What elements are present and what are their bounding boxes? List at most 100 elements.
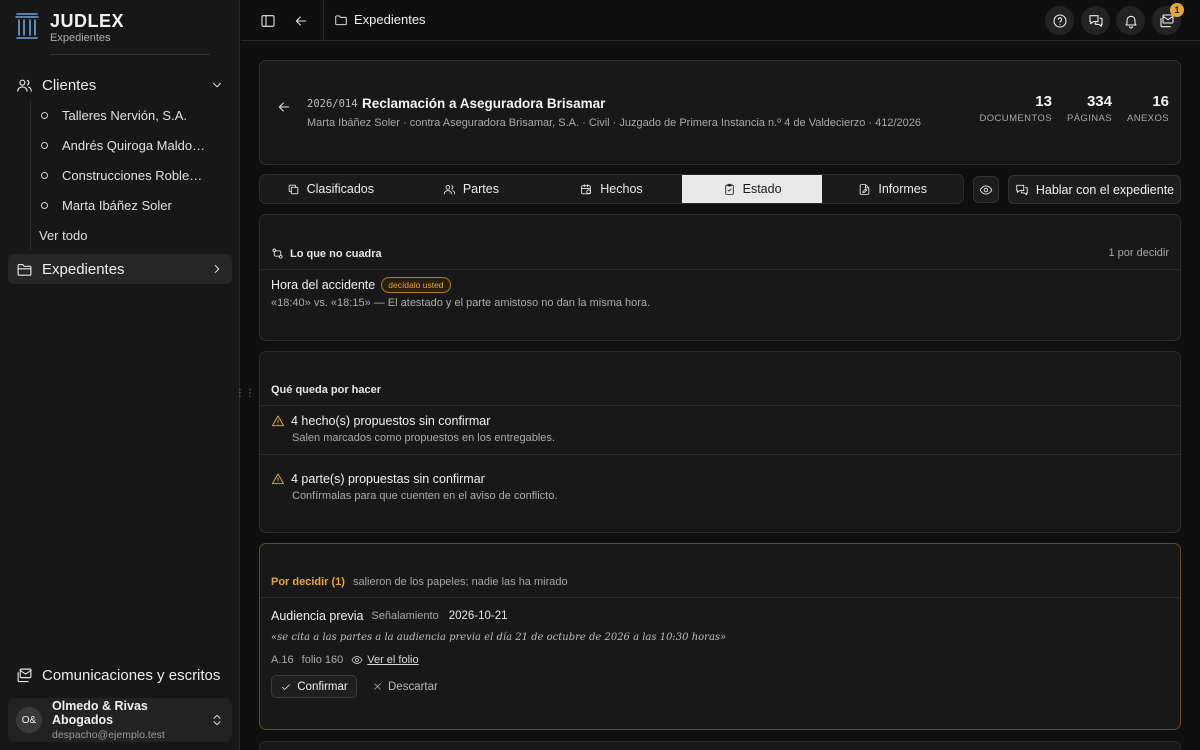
- tab-partes[interactable]: Partes: [401, 175, 542, 203]
- see-all-link[interactable]: Ver todo: [31, 220, 230, 250]
- todo-item[interactable]: 4 parte(s) propuestas sin confirmar: [271, 472, 485, 486]
- clients-list: Talleres Nervión, S.A. Andrés Quiroga Ma…: [30, 100, 230, 250]
- preview-button[interactable]: [973, 176, 999, 203]
- client-item[interactable]: Andrés Quiroga Maldonado: [31, 130, 230, 160]
- folder-icon: [16, 261, 33, 278]
- decision-item: Audiencia previa Señalamiento 2026-10-21: [271, 609, 508, 623]
- section-header: Qué queda por hacer: [271, 384, 381, 396]
- client-item[interactable]: Construcciones Robledal, S.L.: [31, 160, 230, 190]
- toggle-sidebar-button[interactable]: [255, 8, 281, 34]
- divider: [260, 454, 1180, 455]
- sidebar-item-clientes[interactable]: Clientes: [8, 70, 232, 100]
- todo-item[interactable]: 4 hecho(s) propuestos sin confirmar: [271, 414, 490, 428]
- sidebar-item-label: Expedientes: [42, 260, 125, 278]
- divider: [260, 405, 1180, 406]
- tab-label: Estado: [742, 182, 782, 196]
- tab-label: Partes: [462, 182, 499, 196]
- brand[interactable]: JUDLEX Expedientes: [14, 11, 124, 44]
- tab-label: Informes: [878, 182, 927, 196]
- sidebar-item-comunicaciones[interactable]: Comunicaciones y escritos: [8, 660, 232, 690]
- column-logo-icon: [14, 11, 40, 41]
- section-header: Por decidir (1) salieron de los papeles;…: [271, 576, 568, 588]
- notifications-button[interactable]: [1116, 6, 1145, 35]
- source-reference: A.16 folio 160 Ver el folio: [271, 654, 419, 666]
- client-item[interactable]: Talleres Nervión, S.A.: [31, 100, 230, 130]
- breadcrumb-label: Expedientes: [354, 12, 426, 27]
- tab-estado[interactable]: Estado: [681, 175, 823, 203]
- inconsistencies-card: Lo que no cuadra 1 por decidir Hora del …: [259, 214, 1181, 341]
- account-switcher[interactable]: O& Olmedo & Rivas Abogados despacho@ejem…: [8, 698, 232, 742]
- section-title: Por decidir (1): [271, 576, 345, 588]
- tab-label: Clasificados: [306, 182, 374, 196]
- notification-badge: 1: [1170, 3, 1184, 17]
- client-name: Marta Ibáñez Soler: [62, 197, 172, 213]
- confirm-button[interactable]: Confirmar: [271, 675, 357, 698]
- issue-item[interactable]: Hora del accidente decídalo usted: [271, 277, 451, 293]
- client-name: Andrés Quiroga Maldonado: [62, 137, 207, 153]
- tab-hechos[interactable]: Hechos: [541, 175, 682, 203]
- bell-icon: [1123, 13, 1139, 29]
- annex-code: A.16: [271, 654, 294, 666]
- stat-label: DOCUMENTOS: [979, 113, 1052, 124]
- todo-title: 4 hecho(s) propuestos sin confirmar: [291, 414, 491, 428]
- resize-handle[interactable]: ⋮⋮: [235, 389, 255, 399]
- stat-annexes: 16 ANEXOS: [1127, 93, 1169, 125]
- section-subtitle: salieron de los papeles; nadie las ha mi…: [352, 576, 568, 588]
- case-tabs: Clasificados Partes Hechos Estado Inform…: [259, 174, 964, 204]
- chat-icon: [1015, 183, 1029, 197]
- help-button[interactable]: [1045, 6, 1074, 35]
- section-header: Lo que no cuadra: [271, 247, 382, 260]
- breadcrumb[interactable]: Expedientes: [334, 12, 426, 27]
- stat-value: 16: [1152, 93, 1169, 110]
- topbar: Expedientes 1: [241, 0, 1200, 41]
- sidebar-item-label: Comunicaciones y escritos: [42, 666, 221, 684]
- bullet-icon: [41, 141, 48, 149]
- stat-value: 334: [1086, 93, 1112, 110]
- messages-button[interactable]: [1081, 6, 1110, 35]
- chat-icon: [1088, 13, 1104, 29]
- check-icon: [280, 681, 292, 693]
- close-icon: [372, 681, 383, 692]
- client-item[interactable]: Marta Ibáñez Soler: [31, 190, 230, 220]
- brand-divider: [50, 54, 210, 55]
- divider: [260, 597, 1180, 598]
- client-name: Construcciones Robledal, S.L.: [62, 167, 207, 183]
- case-title: Reclamación a Aseguradora Brisamar: [362, 96, 606, 111]
- discard-button[interactable]: Descartar: [372, 675, 438, 698]
- stat-documents: 13 DOCUMENTOS: [979, 94, 1052, 125]
- file-edit-icon: [858, 183, 871, 196]
- view-folio-label: Ver el folio: [367, 654, 419, 666]
- chevron-down-icon[interactable]: [210, 78, 224, 92]
- account-name: Olmedo & Rivas Abogados: [52, 699, 148, 727]
- stat-label: ANEXOS: [1127, 113, 1169, 124]
- back-button[interactable]: [288, 8, 314, 34]
- view-folio-link[interactable]: Ver el folio: [351, 654, 419, 666]
- help-circle-icon: [1052, 13, 1068, 29]
- chevrons-up-down-icon: [210, 713, 224, 727]
- avatar: O&: [16, 707, 42, 733]
- bullet-icon: [41, 171, 48, 179]
- discard-label: Descartar: [388, 680, 438, 693]
- stat-label: PÁGINAS: [1066, 113, 1112, 124]
- arrow-left-icon[interactable]: [276, 99, 294, 117]
- section-title: Qué queda por hacer: [271, 384, 382, 396]
- chat-with-case-button[interactable]: Hablar con el expediente: [1008, 175, 1181, 204]
- decision-date: 2026-10-21: [448, 610, 508, 622]
- section-title: Lo que no cuadra: [290, 247, 382, 260]
- tab-clasificados[interactable]: Clasificados: [260, 175, 401, 203]
- inbox-button[interactable]: 1: [1152, 3, 1184, 35]
- copy-icon: [287, 183, 300, 196]
- divider: [260, 269, 1180, 270]
- sidebar-item-expedientes[interactable]: Expedientes: [8, 254, 232, 284]
- todo-title: 4 parte(s) propuestas sin confirmar: [291, 472, 485, 486]
- sidebar: JUDLEX Expedientes Clientes Talleres Ner…: [0, 0, 240, 750]
- issue-detail: «18:40» vs. «18:15» — El atestado y el p…: [271, 297, 651, 309]
- tab-informes[interactable]: Informes: [822, 175, 963, 203]
- calendar-clock-icon: [580, 183, 593, 196]
- folio-number: folio 160: [301, 654, 344, 666]
- warning-icon: [271, 472, 285, 486]
- sidebar-item-label: Clientes: [42, 76, 97, 94]
- next-card: [259, 741, 1181, 750]
- pending-decisions-card: Por decidir (1) salieron de los papeles;…: [259, 543, 1181, 730]
- stat-pages: 334 PÁGINAS: [1066, 93, 1112, 125]
